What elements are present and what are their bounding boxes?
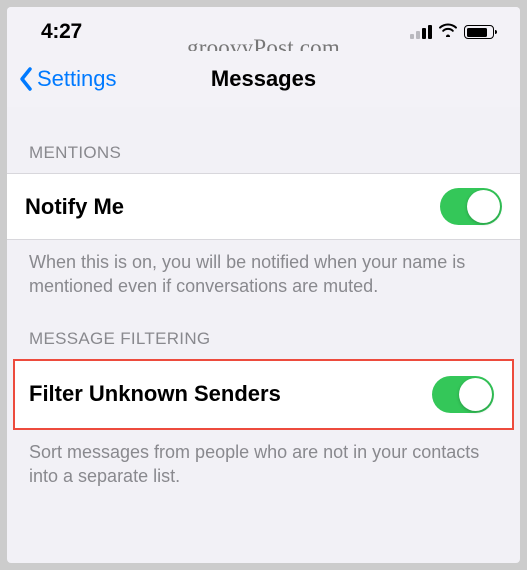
highlight-annotation: Filter Unknown Senders [13, 359, 514, 430]
filter-unknown-toggle[interactable] [432, 376, 494, 413]
chevron-left-icon [17, 65, 35, 93]
section-header-filtering: MESSAGE FILTERING [7, 299, 520, 359]
filter-unknown-label: Filter Unknown Senders [29, 381, 281, 407]
notify-me-row: Notify Me [7, 173, 520, 240]
mentions-footer: When this is on, you will be notified wh… [7, 240, 520, 299]
cellular-signal-icon [410, 25, 432, 39]
filter-unknown-row: Filter Unknown Senders [15, 361, 512, 428]
wifi-icon [438, 22, 458, 42]
section-header-mentions: MENTIONS [7, 107, 520, 173]
back-label: Settings [37, 66, 117, 92]
status-bar: 4:27 [7, 7, 520, 51]
nav-header: Settings Messages [7, 51, 520, 107]
battery-icon [464, 25, 494, 39]
status-icons [410, 22, 494, 42]
back-button[interactable]: Settings [17, 65, 117, 93]
filtering-footer: Sort messages from people who are not in… [7, 430, 520, 489]
device-screen: 4:27 groovyPost.com [7, 7, 520, 563]
notify-me-toggle[interactable] [440, 188, 502, 225]
page-title: Messages [211, 66, 316, 92]
status-time: 4:27 [41, 20, 82, 44]
notify-me-label: Notify Me [25, 194, 124, 220]
